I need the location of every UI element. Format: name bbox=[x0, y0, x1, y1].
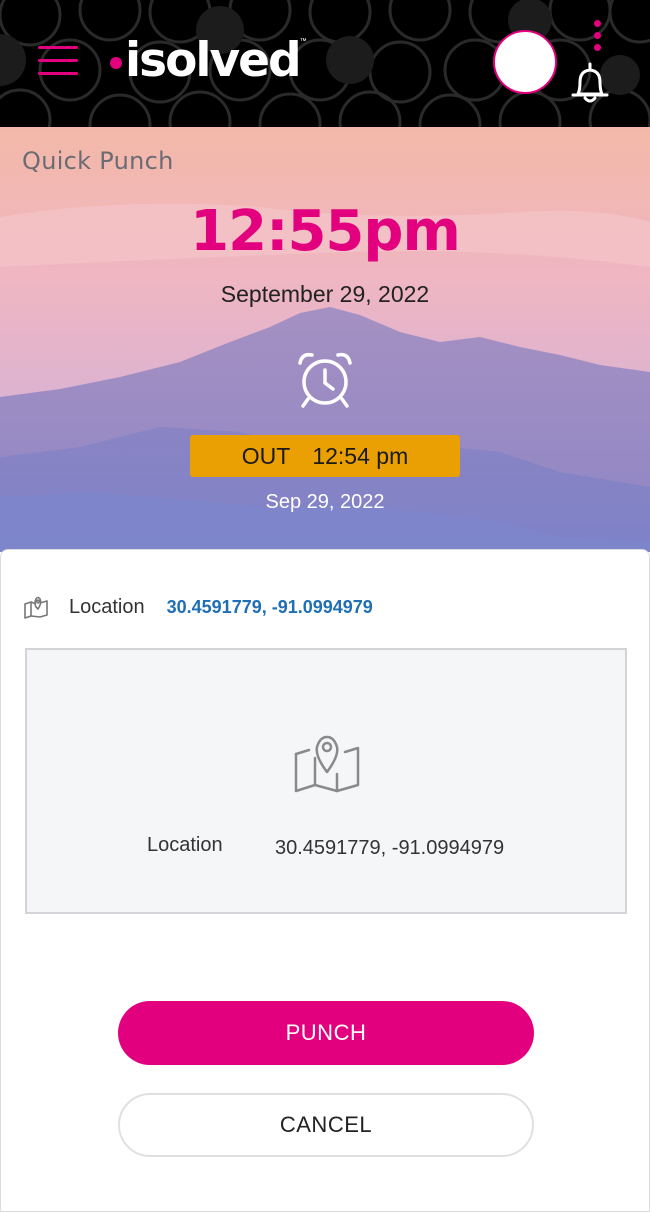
avatar[interactable] bbox=[493, 30, 557, 94]
page-title: Quick Punch bbox=[22, 147, 174, 175]
alarm-clock-icon bbox=[298, 352, 352, 408]
location-row: Location 30.4591779, -91.0994979 bbox=[23, 594, 373, 620]
map-pin-icon bbox=[24, 596, 48, 619]
current-date: September 29, 2022 bbox=[220, 281, 430, 307]
logo-dot bbox=[110, 57, 122, 69]
map-pin-icon bbox=[294, 735, 360, 793]
map-location-coords: 30.4591779, -91.0994979 bbox=[275, 837, 505, 859]
last-punch-date: Sep 29, 2022 bbox=[265, 491, 385, 513]
hero-banner: Quick Punch 12:55pm September 29, 2022 O… bbox=[0, 127, 650, 552]
last-punch-badge: OUT 12:54 pm bbox=[190, 435, 460, 477]
app-header: isolved ™ bbox=[0, 0, 650, 127]
punch-button[interactable]: PUNCH bbox=[118, 1001, 534, 1065]
map-location-label: Location bbox=[147, 834, 223, 856]
punch-type: OUT bbox=[241, 442, 291, 469]
hamburger-menu-icon[interactable] bbox=[38, 42, 80, 78]
logo-trademark: ™ bbox=[299, 38, 307, 45]
cancel-button[interactable]: CANCEL bbox=[118, 1093, 534, 1157]
brand-logo: isolved ™ bbox=[110, 32, 307, 88]
location-map-panel[interactable]: Location 30.4591779, -91.0994979 bbox=[25, 648, 627, 914]
current-time: 12:55pm bbox=[190, 199, 461, 264]
punch-time: 12:54 pm bbox=[312, 442, 409, 469]
location-label: Location bbox=[69, 595, 145, 618]
mountain-background bbox=[0, 127, 650, 552]
bell-icon[interactable] bbox=[568, 60, 612, 106]
logo-text: isolved bbox=[125, 32, 302, 88]
kebab-menu-icon[interactable] bbox=[590, 20, 604, 60]
location-coords[interactable]: 30.4591779, -91.0994979 bbox=[167, 597, 373, 618]
punch-card: Location 30.4591779, -91.0994979 Locatio… bbox=[0, 549, 650, 1212]
